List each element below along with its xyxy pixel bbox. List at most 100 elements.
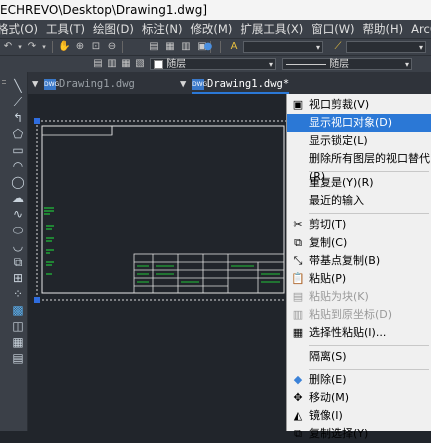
dim-style-dropdown[interactable]: ▾	[346, 41, 426, 53]
line-icon[interactable]: ╲	[10, 78, 26, 94]
insert-block-icon[interactable]: ⧉	[10, 254, 26, 270]
menu-item-recent-input[interactable]: 最近的输入	[287, 192, 431, 210]
menu-item-show-viewport-objects[interactable]: 显示视口对象(D)	[287, 114, 431, 132]
menu-extension-tools[interactable]: 扩展工具(X)	[240, 21, 310, 37]
paste-original-icon: ▥	[292, 308, 304, 321]
layer-previous-icon[interactable]: ▦	[120, 58, 132, 70]
dwg-file-icon: DWG	[44, 78, 60, 90]
spline-icon[interactable]: ∿	[10, 206, 26, 222]
point-icon[interactable]: ⁘	[10, 286, 26, 302]
tab-drawing1[interactable]: DWGDrawing1.dwg	[44, 75, 135, 93]
tool-palettes-icon[interactable]: ▥	[180, 41, 192, 53]
redo-icon[interactable]: ↷	[26, 41, 38, 53]
menu-item-move[interactable]: ✥ 移动(M)	[287, 389, 431, 407]
ellipse-icon[interactable]: ⬭	[10, 222, 26, 238]
help-icon[interactable]: ●	[202, 41, 214, 53]
menu-item-paste-to-original-coords: ▥ 粘贴到原坐标(D)	[292, 308, 393, 321]
tab-control-arrow-icon[interactable]: ▼	[32, 75, 38, 93]
circle-icon[interactable]: ◯	[10, 174, 26, 190]
text-style-dropdown[interactable]: ▾	[243, 41, 323, 53]
menu-separator	[309, 213, 429, 214]
layers-toolbar: ▤ ▥ ▦ ▧ 随层 ▾ 随层 ▾	[0, 55, 431, 72]
menu-arcgis[interactable]: ArcGIS	[411, 22, 431, 36]
dim-style-icon[interactable]: ⟋	[332, 41, 344, 53]
menu-window[interactable]: 窗口(W)	[311, 21, 361, 37]
arc-icon[interactable]: ◠	[10, 158, 26, 174]
ellipse-arc-icon[interactable]: ◡	[10, 238, 26, 254]
hatch-icon[interactable]: ▩	[10, 302, 26, 318]
menu-item-copy-selection[interactable]: ⧉ 复制选择(Y)	[287, 425, 431, 443]
tab-drawing1-active[interactable]: DWGDrawing1.dwg*	[192, 75, 290, 94]
menu-bar: 格式(O) 工具(T) 绘图(D) 标注(N) 修改(M) 扩展工具(X) 窗口…	[0, 20, 431, 38]
polygon-icon[interactable]: ⬠	[10, 126, 26, 142]
color-dropdown[interactable]: 随层 ▾	[150, 58, 276, 70]
design-center-icon[interactable]: ▦	[164, 41, 176, 53]
table-icon[interactable]: ▤	[10, 350, 26, 366]
scissors-icon: ✂	[293, 218, 303, 231]
linetype-dropdown[interactable]: 随层 ▾	[282, 58, 412, 70]
tab-label: Drawing1.dwg	[59, 78, 135, 90]
menu-item-copy[interactable]: ⧉ 复制(C)	[287, 234, 431, 252]
menu-help[interactable]: 帮助(H)	[363, 21, 411, 37]
undo-icon[interactable]: ↶	[2, 41, 14, 53]
draw-toolbar: ╲ ⟋ ↰ ⬠ ▭ ◠ ◯ ☁ ∿ ⬭ ◡ ⧉ ⊞ ⁘ ▩ ◫ ▦ ▤	[9, 72, 28, 431]
linetype-value: 随层	[329, 59, 350, 70]
standard-toolbar: ↶ ▾ ↷ ▾ ✋ ⊕ ⊡ ⊖ ▤ ▦ ▥ ▣ ● A ▾ ⟋ ▾	[0, 38, 431, 56]
corner-title-box	[41, 125, 113, 136]
layout-drawing	[34, 118, 290, 303]
gradient-icon[interactable]: ◫	[10, 318, 26, 334]
toolbar-separator	[52, 41, 53, 53]
menu-format[interactable]: 格式(O)	[0, 21, 45, 37]
eraser-icon: ◆	[293, 373, 303, 386]
linetype-sample-icon	[286, 63, 326, 65]
tab-arrow-icon[interactable]: ▼	[180, 75, 186, 93]
paste-special-icon: ▦	[292, 326, 304, 339]
window-title: ECHREVO\Desktop\Drawing1.dwg]	[0, 3, 207, 17]
undo-dropdown-icon[interactable]: ▾	[14, 41, 26, 53]
menu-dimension[interactable]: 标注(N)	[142, 21, 190, 37]
menu-item-remove-viewport-overrides[interactable]: 删除所有图层的视口替代(R)	[287, 150, 431, 183]
properties-icon[interactable]: ▤	[148, 41, 160, 53]
viewport-clip-icon: ▣	[292, 98, 304, 111]
zoom-realtime-icon[interactable]: ⊕	[74, 41, 86, 53]
construction-line-icon[interactable]: ⟋	[10, 94, 26, 110]
menu-item-erase[interactable]: ◆ 删除(E)	[287, 371, 431, 389]
polyline-icon[interactable]: ↰	[10, 110, 26, 126]
menu-tools[interactable]: 工具(T)	[46, 21, 92, 37]
layer-manager-icon[interactable]: ▤	[92, 58, 104, 70]
layer-state-icon[interactable]: ▥	[106, 58, 118, 70]
copy-base-point-icon: ⤡	[293, 254, 303, 267]
rectangle-icon[interactable]: ▭	[10, 142, 26, 158]
region-icon[interactable]: ▦	[10, 334, 26, 350]
menu-item-repeat[interactable]: 重复是(Y)(R)	[287, 174, 431, 192]
document-tab-bar: ▼ DWGDrawing1.dwg ▼ DWGDrawing1.dwg*	[0, 72, 431, 95]
menu-item-mirror[interactable]: ◭ 镜像(I)	[287, 407, 431, 425]
pan-icon[interactable]: ✋	[58, 41, 70, 53]
menu-item-paste-special[interactable]: ▦ 选择性粘贴(I)...	[287, 324, 431, 342]
move-icon: ✥	[293, 391, 303, 404]
menu-separator	[309, 171, 429, 172]
menu-item-cut[interactable]: ✂ 剪切(T)	[287, 216, 431, 234]
color-value: 随层	[166, 59, 187, 70]
drawing-canvas[interactable]	[28, 94, 290, 431]
menu-item-copy-with-base-point[interactable]: ⤡ 带基点复制(B)	[287, 252, 431, 270]
revision-cloud-icon[interactable]: ☁	[10, 190, 26, 206]
zoom-previous-icon[interactable]: ⊖	[106, 41, 118, 53]
menu-item-display-locked[interactable]: 显示锁定(L)	[287, 132, 431, 150]
menu-item-viewport-clip[interactable]: ▣ 视口剪裁(V)	[287, 96, 431, 114]
dwg-file-icon: DWG	[192, 78, 208, 90]
zoom-window-icon[interactable]: ⊡	[90, 41, 102, 53]
grip-line	[2, 83, 6, 84]
text-style-icon[interactable]: A	[228, 41, 240, 53]
redo-dropdown-icon[interactable]: ▾	[38, 41, 50, 53]
make-layer-current-icon[interactable]: ▧	[134, 58, 146, 70]
menu-item-paste[interactable]: 📋 粘贴(P)	[287, 270, 431, 288]
menu-item-isolate[interactable]: 隔离(S)	[287, 348, 431, 366]
menu-modify[interactable]: 修改(M)	[190, 21, 239, 37]
context-menu: ▣ 视口剪裁(V) 显示视口对象(D) 显示锁定(L) 删除所有图层的视口替代(…	[286, 94, 431, 440]
copy-select-icon: ⧉	[294, 427, 302, 440]
make-block-icon[interactable]: ⊞	[10, 270, 26, 286]
menu-draw[interactable]: 绘图(D)	[93, 21, 141, 37]
mirror-icon: ◭	[293, 409, 303, 422]
title-block-text	[137, 265, 280, 283]
